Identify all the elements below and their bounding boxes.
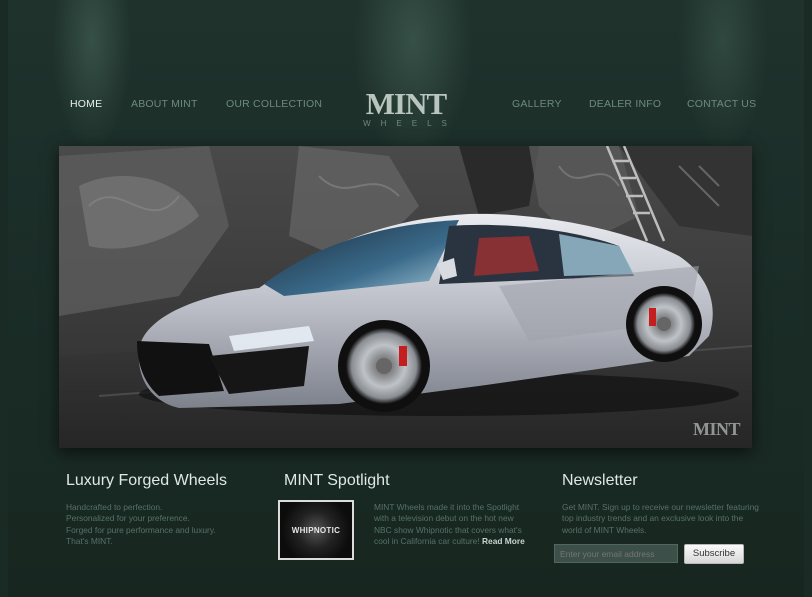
luxury-line-1: Handcrafted to perfection. [66,502,163,512]
spotlight-title: MINT Spotlight [284,472,390,489]
read-more-link[interactable]: Read More [482,536,525,546]
luxury-line-3: Forged for pure performance and luxury. [66,524,216,535]
luxury-line-2: Personalized for your preference. [66,513,190,524]
thumb-label: WHIPNOTIC [291,525,341,535]
hero-car-image [59,146,752,448]
logo-wordmark: MINT [365,86,447,121]
nav-contact[interactable]: CONTACT US [687,98,756,110]
newsletter-text: Get MINT. Sign up to receive our newslet… [562,502,759,535]
nav-about[interactable]: ABOUT MINT [131,98,198,110]
hero-watermark: MINT [693,419,741,439]
nav-gallery[interactable]: GALLERY [512,98,562,110]
spotlight-thumbnail[interactable]: WHIPNOTIC [278,500,354,560]
subscribe-button[interactable]: Subscribe [684,544,744,564]
newsletter-title: Newsletter [562,472,638,489]
whipnotic-logo: WHIPNOTIC [280,502,352,558]
nav-home[interactable]: HOME [70,98,102,110]
luxury-line-4: That's MINT. [66,536,113,547]
hero-banner[interactable]: MINT [59,146,752,448]
email-input[interactable] [554,544,678,563]
luxury-text: Handcrafted to perfection. Personalized … [66,502,266,548]
nav-dealer-info[interactable]: DEALER INFO [589,98,661,110]
spotlight-text: MINT Wheels made it into the Spotlight w… [374,502,530,548]
logo-subtitle: WHEELS [363,119,457,128]
luxury-title: Luxury Forged Wheels [66,472,227,489]
nav-collection[interactable]: OUR COLLECTION [226,98,322,110]
site-logo[interactable]: MINT WHEELS [346,86,466,128]
